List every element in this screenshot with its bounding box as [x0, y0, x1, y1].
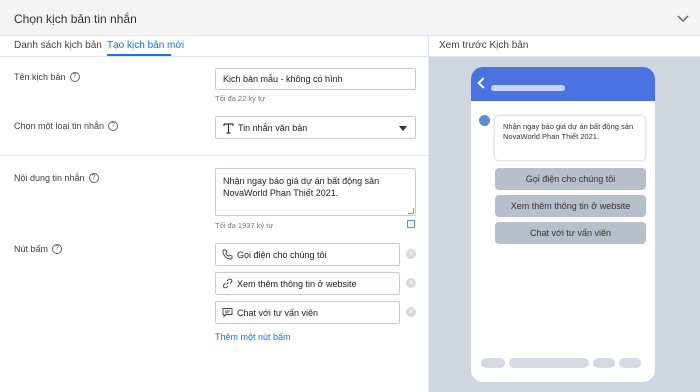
remove-icon[interactable]: ×: [406, 307, 416, 317]
message-content-hint: Tối đa 1937 ký tự: [215, 221, 274, 230]
preview-button-chat: Chat với tư vấn viên: [495, 222, 646, 244]
input-placeholder-bar: [509, 358, 589, 368]
button-field-chat[interactable]: Chat với tư vấn viên: [215, 301, 400, 324]
remove-icon[interactable]: ×: [406, 249, 416, 259]
help-icon[interactable]: ?: [108, 121, 119, 131]
text-message-icon: [223, 123, 234, 134]
tab-script-list[interactable]: Danh sách kịch bản: [14, 40, 102, 51]
message-type-label: Chọn một loại tin nhắn ?: [14, 121, 119, 131]
message-type-select[interactable]: Tin nhắn văn bản: [215, 116, 416, 139]
buttons-label: Nút bấm ?: [14, 244, 63, 254]
script-name-hint: Tối đa 22 ký tự: [215, 94, 266, 103]
input-placeholder-bar: [481, 358, 505, 368]
form-panel: [0, 57, 428, 392]
message-type-value: Tin nhắn văn bản: [238, 123, 308, 133]
divider: [0, 155, 428, 156]
preview-button-website: Xem thêm thông tin ở website: [495, 195, 646, 217]
button-field-chat-text: Chat với tư vấn viên: [237, 307, 318, 318]
back-arrow-icon: [477, 77, 489, 89]
preview-title: Xem trước Kịch bản: [439, 40, 529, 51]
remove-icon[interactable]: ×: [406, 278, 416, 288]
message-content-value: Nhận ngay báo giá dự án bất động sản Nov…: [223, 176, 380, 198]
preview-header: Xem trước Kịch bản: [428, 36, 700, 57]
add-button-link[interactable]: Thêm một nút bấm: [215, 332, 291, 342]
active-tab-indicator: [107, 54, 171, 56]
emoji-icon[interactable]: [407, 220, 415, 228]
tab-create-script[interactable]: Tạo kịch bản mới: [107, 40, 184, 51]
button-field-call-text: Gọi điện cho chúng tôi: [237, 249, 327, 260]
script-name-input[interactable]: Kịch bản mẫu - không có hình: [215, 68, 416, 90]
button-field-website-text: Xem thêm thông tin ở website: [237, 278, 357, 289]
button-field-website[interactable]: Xem thêm thông tin ở website: [215, 272, 400, 295]
help-icon[interactable]: ?: [88, 173, 99, 183]
preview-button-website-text: Xem thêm thông tin ở website: [510, 201, 631, 211]
script-name-label: Tên kịch bản ?: [14, 72, 80, 82]
preview-button-chat-text: Chat với tư vấn viên: [530, 228, 611, 238]
message-type-label-text: Chọn một loại tin nhắn: [14, 121, 105, 131]
preview-button-call-text: Gọi điện cho chúng tôi: [525, 174, 616, 184]
chat-icon: [222, 308, 233, 318]
modal-title: Chọn kịch bản tin nhắn: [14, 12, 137, 26]
message-bubble-text: Nhận ngay báo giá dự án bất động sản Nov…: [503, 122, 634, 141]
preview-button-call: Gọi điện cho chúng tôi: [495, 168, 646, 190]
message-bubble: Nhận ngay báo giá dự án bất động sản Nov…: [494, 115, 646, 161]
link-icon: [222, 278, 233, 289]
script-name-label-text: Tên kịch bản: [14, 72, 66, 82]
help-icon[interactable]: ?: [52, 244, 63, 254]
avatar-icon: [479, 115, 490, 126]
chevron-down-icon[interactable]: [676, 11, 690, 25]
dropdown-caret-icon: [399, 126, 407, 131]
message-content-label-text: Nội dung tin nhắn: [14, 173, 85, 183]
help-icon[interactable]: ?: [69, 72, 80, 82]
button-field-call[interactable]: Gọi điện cho chúng tôi: [215, 243, 400, 266]
tabs: Danh sách kịch bản Tạo kịch bản mới: [0, 36, 428, 57]
input-placeholder-bar: [619, 358, 641, 368]
script-name-value: Kịch bản mẫu - không có hình: [223, 74, 343, 84]
phone-header: [471, 67, 655, 101]
modal-header: Chọn kịch bản tin nhắn: [0, 0, 700, 36]
phone-icon: [222, 249, 233, 260]
phone-title-placeholder: [491, 85, 565, 91]
resize-handle-icon[interactable]: [408, 208, 414, 214]
input-placeholder-bar: [593, 358, 615, 368]
buttons-label-text: Nút bấm: [14, 244, 49, 254]
message-content-textarea[interactable]: Nhận ngay báo giá dự án bất động sản Nov…: [215, 168, 416, 216]
message-content-label: Nội dung tin nhắn ?: [14, 173, 99, 183]
